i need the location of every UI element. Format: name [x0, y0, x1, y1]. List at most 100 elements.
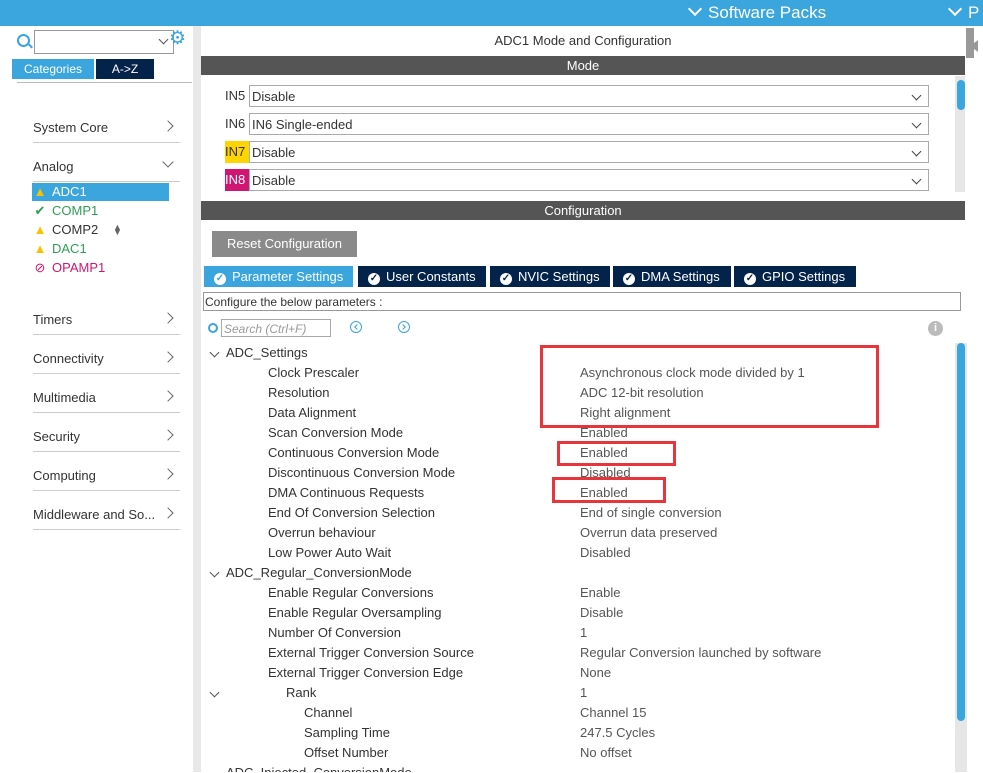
- parameter-value[interactable]: Overrun data preserved: [580, 523, 717, 543]
- expand-chevron-icon[interactable]: [209, 687, 220, 698]
- parameter-value[interactable]: 247.5 Cycles: [580, 723, 655, 743]
- tree-row[interactable]: Sampling Time 247.5 Cycles: [201, 723, 953, 743]
- check-icon: ✔: [34, 203, 46, 218]
- next-match-icon[interactable]: [398, 321, 410, 333]
- peripheral-adc1[interactable]: ▲ ADC1: [32, 183, 169, 201]
- gear-icon[interactable]: ⚙: [169, 27, 186, 50]
- parameter-value[interactable]: End of single conversion: [580, 503, 722, 523]
- category-label: Analog: [33, 159, 74, 174]
- chevron-down-icon: [687, 1, 703, 17]
- chevron-down-icon: [911, 174, 922, 185]
- tab-categories[interactable]: Categories: [12, 59, 94, 79]
- tree-scrollbar-thumb[interactable]: [957, 343, 965, 721]
- reset-configuration-button[interactable]: Reset Configuration: [212, 231, 357, 257]
- category-label: System Core: [33, 120, 109, 135]
- chevron-right-icon: [162, 390, 174, 402]
- mode-select[interactable]: Disable: [249, 141, 929, 163]
- category-timers[interactable]: Timers: [33, 296, 180, 335]
- tree-group[interactable]: ADC_Regular_ConversionMode: [201, 563, 953, 583]
- tab-label: GPIO Settings: [762, 269, 846, 284]
- parameter-value[interactable]: Channel 15: [580, 703, 647, 723]
- chevron-down-icon: [158, 34, 169, 45]
- category-label: Timers: [33, 312, 73, 327]
- category-analog[interactable]: Analog: [33, 143, 180, 182]
- category-connectivity[interactable]: Connectivity: [33, 335, 180, 374]
- collapse-arrow-icon[interactable]: [970, 40, 978, 52]
- peripheral-opamp1[interactable]: ⊘ OPAMP1: [32, 259, 169, 277]
- tree-row[interactable]: Low Power Auto Wait Disabled: [201, 543, 953, 563]
- category-computing[interactable]: Computing: [33, 452, 180, 491]
- mode-select[interactable]: IN6 Single-ended: [249, 113, 929, 135]
- parameter-value[interactable]: Disabled: [580, 543, 631, 563]
- tree-row[interactable]: Enable Regular Conversions Enable: [201, 583, 953, 603]
- tree-row[interactable]: Overrun behaviour Overrun data preserved: [201, 523, 953, 543]
- tree-row[interactable]: External Trigger Conversion Source Regula…: [201, 643, 953, 663]
- tab-label: NVIC Settings: [518, 269, 600, 284]
- tab-user-constants[interactable]: ✓ User Constants: [358, 266, 486, 287]
- parameter-value[interactable]: No offset: [580, 743, 632, 763]
- previous-match-icon[interactable]: [350, 321, 362, 333]
- parameter-name: Clock Prescaler: [268, 365, 360, 380]
- parameter-name: Continuous Conversion Mode: [268, 445, 440, 460]
- parameter-value[interactable]: 1: [580, 683, 587, 703]
- peripheral-label: OPAMP1: [52, 260, 106, 275]
- category-search: ⚙: [17, 27, 192, 54]
- category-security[interactable]: Security: [33, 413, 180, 452]
- parameter-name: End Of Conversion Selection: [268, 505, 435, 520]
- category-middleware[interactable]: Middleware and So...: [33, 491, 180, 530]
- mode-row-in8: IN8 Disable: [225, 169, 931, 191]
- peripheral-comp1[interactable]: ✔ COMP1: [32, 202, 169, 220]
- category-label: Multimedia: [33, 390, 96, 405]
- peripheral-label: COMP2: [52, 222, 99, 237]
- tree-row[interactable]: End Of Conversion Selection End of single…: [201, 503, 953, 523]
- panel-splitter[interactable]: [193, 26, 201, 772]
- page-title: ADC1 Mode and Configuration: [494, 33, 672, 48]
- pinout-menu[interactable]: P: [947, 1, 979, 23]
- peripheral-label: ADC1: [52, 184, 87, 199]
- tree-row[interactable]: Number Of Conversion 1: [201, 623, 953, 643]
- expand-chevron-icon[interactable]: [209, 347, 220, 358]
- tree-row[interactable]: External Trigger Conversion Edge None: [201, 663, 953, 683]
- parameter-value[interactable]: Disable: [580, 603, 623, 623]
- parameter-name: Low Power Auto Wait: [268, 545, 392, 560]
- parameter-name: Rank: [286, 685, 317, 700]
- parameter-value[interactable]: 1: [580, 623, 587, 643]
- parameter-value[interactable]: Regular Conversion launched by software: [580, 643, 821, 663]
- category-system-core[interactable]: System Core: [33, 104, 180, 143]
- expand-chevron-icon[interactable]: [209, 567, 220, 578]
- mode-select[interactable]: Disable: [249, 169, 929, 191]
- tab-dma-settings[interactable]: ✓ DMA Settings: [613, 266, 731, 287]
- search-combo[interactable]: [34, 30, 174, 54]
- mode-select[interactable]: Disable: [249, 85, 929, 107]
- tree-group[interactable]: ADC_Injected_ConversionMode: [201, 763, 953, 772]
- annotation-box: [557, 441, 676, 466]
- peripheral-comp2[interactable]: ▲ COMP2: [32, 221, 169, 239]
- annotation-box: [552, 477, 666, 503]
- category-label: Middleware and So...: [33, 507, 156, 522]
- mode-scrollbar-thumb[interactable]: [957, 80, 965, 110]
- tab-nvic-settings[interactable]: ✓ NVIC Settings: [490, 266, 610, 287]
- info-icon[interactable]: i: [928, 321, 943, 336]
- parameter-value[interactable]: Enable: [580, 583, 620, 603]
- software-packs-menu[interactable]: Software Packs: [687, 1, 826, 23]
- parameter-value[interactable]: None: [580, 663, 611, 683]
- tab-parameter-settings[interactable]: ✓ Parameter Settings: [204, 266, 353, 287]
- tree-row[interactable]: Channel Channel 15: [201, 703, 953, 723]
- parameter-name: Resolution: [268, 385, 330, 400]
- parameter-search-input[interactable]: Search (Ctrl+F): [221, 319, 331, 337]
- search-icon[interactable]: [17, 34, 30, 47]
- tree-row[interactable]: Rank 1: [201, 683, 953, 703]
- category-multimedia[interactable]: Multimedia: [33, 374, 180, 413]
- expand-chevron-icon[interactable]: [209, 767, 220, 772]
- tree-row[interactable]: Enable Regular Oversampling Disable: [201, 603, 953, 623]
- peripheral-dac1[interactable]: ▲ DAC1: [32, 240, 169, 258]
- check-circle-icon: ✓: [623, 273, 635, 285]
- configuration-header: Configuration: [201, 201, 965, 220]
- tab-gpio-settings[interactable]: ✓ GPIO Settings: [734, 266, 856, 287]
- tab-a-z[interactable]: A->Z: [96, 59, 154, 79]
- chevron-down-icon: [947, 1, 963, 17]
- parameter-name: ADC_Regular_ConversionMode: [226, 565, 412, 580]
- chevron-right-icon: [162, 468, 174, 480]
- check-circle-icon: ✓: [500, 273, 512, 285]
- tree-row[interactable]: Offset Number No offset: [201, 743, 953, 763]
